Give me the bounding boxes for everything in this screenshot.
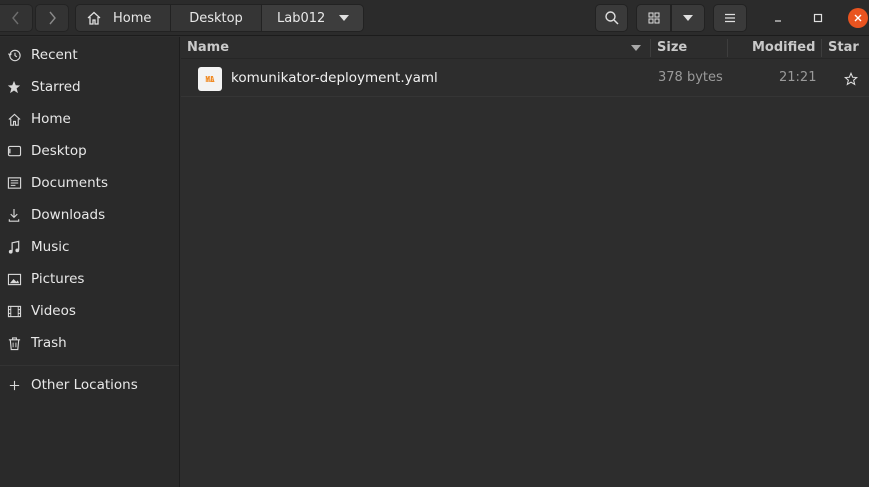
navigation-buttons bbox=[0, 4, 69, 32]
sidebar-item-videos[interactable]: Videos bbox=[0, 296, 179, 326]
hamburger-menu-icon bbox=[725, 13, 735, 23]
column-header-modified[interactable]: Modified bbox=[752, 40, 815, 55]
breadcrumb-label: Home bbox=[113, 10, 152, 26]
column-header-size[interactable]: Size bbox=[657, 40, 687, 55]
close-icon bbox=[848, 8, 868, 28]
desktop-icon bbox=[6, 143, 22, 159]
grid-icon bbox=[648, 12, 659, 24]
view-options-button[interactable] bbox=[671, 4, 705, 32]
file-name: komunikator-deployment.yaml bbox=[231, 70, 438, 86]
breadcrumb-label: Desktop bbox=[189, 10, 243, 26]
search-icon bbox=[604, 11, 619, 25]
breadcrumb-label: Lab012 bbox=[277, 10, 326, 26]
maximize-button[interactable] bbox=[808, 8, 828, 28]
home-icon bbox=[6, 111, 22, 127]
star-toggle-icon[interactable] bbox=[844, 72, 858, 86]
sidebar-item-label: Videos bbox=[31, 303, 76, 319]
grid-view-button[interactable] bbox=[636, 4, 671, 32]
sidebar-item-label: Home bbox=[31, 111, 71, 127]
header-bar: Home Desktop Lab012 bbox=[0, 0, 869, 36]
close-button[interactable] bbox=[848, 8, 868, 28]
sidebar-item-music[interactable]: Music bbox=[0, 232, 179, 262]
column-divider bbox=[727, 39, 728, 57]
path-bar: Home Desktop Lab012 bbox=[75, 4, 364, 32]
clock-icon bbox=[6, 47, 22, 63]
chevron-right-icon bbox=[49, 11, 56, 25]
music-icon bbox=[6, 239, 22, 255]
sidebar-item-label: Documents bbox=[31, 175, 108, 191]
download-icon bbox=[6, 207, 22, 223]
file-size: 378 bytes bbox=[658, 70, 723, 85]
breadcrumb-home[interactable]: Home bbox=[76, 5, 171, 31]
sidebar-item-other-locations[interactable]: Other Locations bbox=[0, 370, 179, 400]
chevron-left-icon bbox=[12, 11, 19, 25]
breadcrumb-current[interactable]: Lab012 bbox=[262, 5, 363, 31]
sidebar-item-label: Pictures bbox=[31, 271, 85, 287]
dropdown-arrow-icon bbox=[339, 15, 350, 21]
menu-button[interactable] bbox=[713, 4, 747, 32]
sidebar-item-label: Music bbox=[31, 239, 70, 255]
plus-icon bbox=[6, 377, 22, 393]
sidebar-item-label: Desktop bbox=[31, 143, 87, 159]
sidebar-item-trash[interactable]: Trash bbox=[0, 328, 179, 358]
sidebar-item-label: Downloads bbox=[31, 207, 106, 223]
sidebar-item-label: Starred bbox=[31, 79, 81, 95]
minimize-button[interactable] bbox=[768, 8, 788, 28]
column-header-name[interactable]: Name bbox=[187, 40, 229, 55]
sidebar-item-desktop[interactable]: Desktop bbox=[0, 136, 179, 166]
sidebar-item-home[interactable]: Home bbox=[0, 104, 179, 134]
document-icon bbox=[6, 175, 22, 191]
column-header-bar: Name Size Modified Star bbox=[181, 37, 869, 59]
sidebar-item-starred[interactable]: Starred bbox=[0, 72, 179, 102]
video-icon bbox=[6, 303, 22, 319]
search-button[interactable] bbox=[595, 4, 628, 32]
sidebar-item-label: Recent bbox=[31, 47, 78, 63]
forward-button[interactable] bbox=[35, 4, 69, 32]
home-icon bbox=[87, 11, 101, 25]
file-row[interactable]: YA ML komunikator-deployment.yaml 378 by… bbox=[181, 61, 869, 97]
sidebar-item-downloads[interactable]: Downloads bbox=[0, 200, 179, 230]
sidebar-item-label: Trash bbox=[31, 335, 67, 351]
sidebar-divider bbox=[0, 365, 179, 366]
sidebar-item-label: Other Locations bbox=[31, 377, 138, 393]
file-modified: 21:21 bbox=[779, 70, 817, 85]
yaml-file-icon: YA ML bbox=[198, 67, 222, 91]
column-header-star[interactable]: Star bbox=[828, 40, 859, 55]
sidebar-item-pictures[interactable]: Pictures bbox=[0, 264, 179, 294]
star-icon bbox=[6, 79, 22, 95]
column-divider bbox=[821, 39, 822, 57]
picture-icon bbox=[6, 271, 22, 287]
maximize-icon bbox=[813, 13, 823, 23]
sidebar-item-documents[interactable]: Documents bbox=[0, 168, 179, 198]
file-list-view: Name Size Modified Star YA ML komunikato… bbox=[181, 37, 869, 487]
column-divider bbox=[650, 39, 651, 57]
trash-icon bbox=[6, 335, 22, 351]
minimize-icon bbox=[775, 20, 781, 22]
back-button[interactable] bbox=[0, 4, 33, 32]
sort-descending-icon bbox=[631, 45, 641, 51]
dropdown-arrow-icon bbox=[683, 15, 693, 21]
breadcrumb-desktop[interactable]: Desktop bbox=[171, 5, 262, 31]
sidebar-item-recent[interactable]: Recent bbox=[0, 40, 179, 70]
sidebar: Recent Starred Home Desktop Documents Do… bbox=[0, 37, 180, 487]
